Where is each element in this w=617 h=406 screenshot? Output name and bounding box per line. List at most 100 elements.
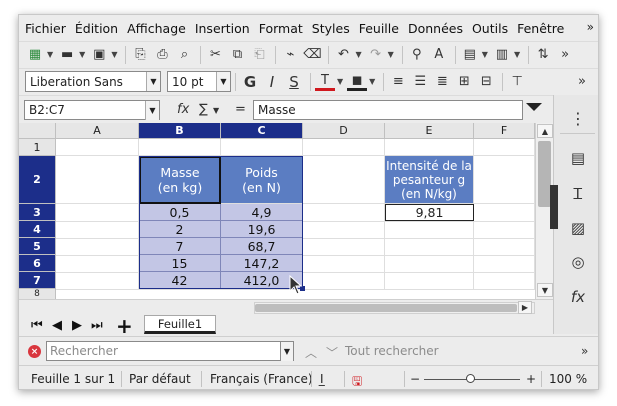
row-header-4[interactable]: 4 — [19, 221, 56, 238]
find-bar-overflow-icon[interactable]: » — [581, 344, 588, 358]
sheet-count-status[interactable]: Feuille 1 sur 1 — [31, 372, 115, 386]
chevron-down-icon[interactable]: ▼ — [216, 72, 230, 91]
menu-affichage[interactable]: Affichage — [127, 21, 186, 36]
new-spreadsheet-icon[interactable]: ▦ — [25, 45, 45, 65]
chevron-down-icon[interactable]: ▼ — [213, 106, 219, 115]
cell-c2-poids-header[interactable]: Poids (en N) — [221, 156, 303, 204]
chevron-down-icon[interactable]: ▼ — [337, 77, 343, 86]
column-header-f[interactable]: F — [474, 123, 535, 139]
functions-icon[interactable]: fx — [567, 286, 589, 308]
add-sheet-button[interactable]: + — [116, 314, 133, 338]
horizontal-scrollbar[interactable]: ▶ — [254, 301, 535, 314]
zoom-slider-knob[interactable] — [466, 374, 475, 383]
sort-icon[interactable]: ⇅ — [533, 45, 553, 65]
gallery-icon[interactable]: ▨ — [567, 217, 589, 239]
column-d-cells[interactable] — [303, 204, 385, 289]
font-name-combo[interactable]: Liberation Sans ▼ — [25, 71, 161, 92]
find-next-icon[interactable]: ﹀ — [326, 344, 338, 361]
cell-d2[interactable] — [303, 156, 385, 204]
menu-feuille[interactable]: Feuille — [359, 21, 399, 36]
close-find-bar-icon[interactable]: × — [28, 345, 41, 358]
zoom-out-button[interactable]: − — [410, 372, 420, 386]
spelling-icon[interactable]: A — [429, 45, 449, 65]
column-f-cells[interactable] — [474, 204, 535, 289]
column-header-c[interactable]: C — [221, 123, 303, 139]
chevron-down-icon[interactable]: ▼ — [355, 50, 361, 59]
cell-f1[interactable] — [474, 139, 535, 156]
function-wizard-button[interactable]: fx — [177, 102, 189, 117]
save-icon[interactable]: ▣ — [89, 45, 109, 65]
cell-c5[interactable]: 68,7 — [221, 238, 303, 255]
next-sheet-icon[interactable]: ▶ — [72, 318, 82, 333]
print-preview-icon[interactable]: ⌕ — [174, 45, 194, 65]
first-sheet-icon[interactable]: ⏮ — [31, 318, 43, 333]
properties-icon[interactable]: ▤ — [567, 147, 589, 169]
cut-icon[interactable]: ✂ — [205, 45, 225, 65]
column-header-a[interactable]: A — [56, 123, 139, 139]
chevron-down-icon[interactable]: ▼ — [388, 50, 394, 59]
zoom-level[interactable]: 100 % — [549, 372, 587, 386]
cell-b1[interactable] — [139, 139, 221, 156]
cell-b2-masse-header[interactable]: Masse (en kg) — [139, 156, 221, 204]
underline-button[interactable]: S — [284, 72, 304, 92]
font-color-icon[interactable]: T — [315, 73, 335, 91]
select-all-corner[interactable] — [19, 123, 56, 139]
sidebar-collapse-handle[interactable] — [550, 185, 558, 229]
cell-f2[interactable] — [474, 156, 535, 204]
row-header-5[interactable]: 5 — [19, 238, 56, 255]
last-sheet-icon[interactable]: ⏭ — [91, 318, 103, 333]
language-status[interactable]: Français (France) — [210, 372, 313, 386]
row-header-3[interactable]: 3 — [19, 204, 56, 221]
menu-styles[interactable]: Styles — [312, 21, 350, 36]
formula-button[interactable]: = — [235, 102, 246, 117]
insert-mode-icon[interactable]: I̲ — [320, 372, 324, 386]
clone-formatting-icon[interactable]: ⌁ — [280, 45, 300, 65]
print-icon[interactable]: ⎙ — [152, 45, 172, 65]
cell-c6[interactable]: 147,2 — [221, 255, 303, 272]
cell-e2-gravity-header[interactable]: Intensité de la pesanteur g (en N/kg) — [385, 156, 474, 204]
cell-e1[interactable] — [385, 139, 474, 156]
font-size-combo[interactable]: 10 pt ▼ — [167, 71, 231, 92]
highlight-color-icon[interactable]: ◼ — [347, 73, 368, 91]
align-top-icon[interactable]: ⊤ — [507, 72, 527, 92]
chevron-down-icon[interactable]: ▼ — [369, 77, 375, 86]
sum-button[interactable]: ∑ — [199, 102, 208, 117]
paste-icon[interactable]: ⎗ — [249, 45, 269, 65]
column-header-e[interactable]: E — [385, 123, 474, 139]
menu-fichier[interactable]: Fichier — [25, 21, 66, 36]
export-pdf-icon[interactable]: ⎘ — [130, 45, 150, 65]
chevron-down-icon[interactable]: ▼ — [111, 50, 117, 59]
menu-format[interactable]: Format — [259, 21, 303, 36]
find-replace-icon[interactable]: ⚲ — [407, 45, 427, 65]
cell-c1[interactable] — [221, 139, 303, 156]
previous-sheet-icon[interactable]: ◀ — [52, 318, 62, 333]
cell-b6[interactable]: 15 — [139, 255, 221, 272]
cell-b4[interactable]: 2 — [139, 221, 221, 238]
spreadsheet-grid[interactable]: A B C D E F 1 2 3 4 5 6 7 8 Masse (en kg… — [19, 123, 553, 299]
menu-insertion[interactable]: Insertion — [195, 21, 250, 36]
menu-donnees[interactable]: Données — [408, 21, 463, 36]
expand-formula-icon[interactable] — [526, 103, 542, 111]
align-left-icon[interactable]: ≡ — [388, 72, 408, 92]
chevron-down-icon[interactable]: ▼ — [47, 50, 53, 59]
styles-icon[interactable]: Ꮖ — [567, 183, 589, 205]
align-right-icon[interactable]: ≣ — [432, 72, 452, 92]
cell-b7[interactable]: 42 — [139, 272, 221, 289]
name-box[interactable]: B2:C7 ▼ — [24, 100, 160, 120]
find-history-dropdown[interactable]: ▼ — [280, 341, 294, 361]
scroll-right-icon[interactable]: ▶ — [518, 301, 532, 314]
open-folder-icon[interactable]: ▬ — [57, 45, 77, 65]
find-input[interactable]: Rechercher — [46, 341, 294, 361]
scroll-up-icon[interactable]: ▲ — [537, 124, 553, 138]
navigator-icon[interactable]: ◎ — [567, 251, 589, 273]
chevron-down-icon[interactable]: ▼ — [146, 72, 160, 91]
row-icon[interactable]: ▤ — [460, 45, 480, 65]
redo-icon[interactable]: ↷ — [366, 45, 386, 65]
row-header-2[interactable]: 2 — [19, 156, 56, 204]
toolbar-overflow-icon[interactable]: » — [572, 72, 592, 92]
cell-e3-gravity-value[interactable]: 9,81 — [385, 204, 474, 221]
sheet-tab-feuille1[interactable]: Feuille1 — [144, 315, 216, 334]
find-previous-icon[interactable]: ︿ — [305, 344, 317, 361]
cell-a2[interactable] — [56, 156, 139, 204]
document-modified-icon[interactable]: 🖫 — [352, 372, 362, 389]
